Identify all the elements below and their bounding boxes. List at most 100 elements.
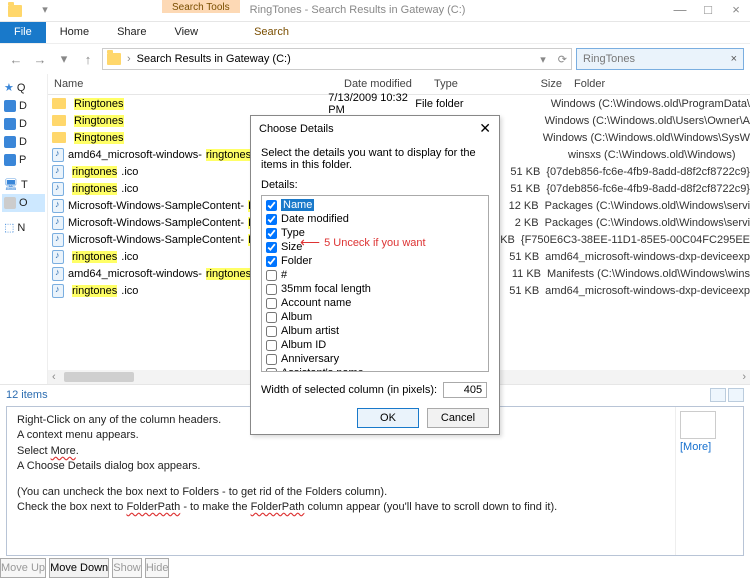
detail-item[interactable]: Name [266, 198, 484, 212]
detail-checkbox[interactable] [266, 340, 277, 351]
tab-home[interactable]: Home [46, 22, 103, 43]
more-link[interactable]: [More] [680, 441, 739, 453]
detail-checkbox[interactable] [266, 298, 277, 309]
detail-label: Name [281, 199, 314, 211]
nav-recent-button[interactable]: ▾ [54, 49, 74, 69]
dialog-close-button[interactable]: ✕ [479, 120, 491, 137]
nav-d2[interactable]: D [2, 115, 45, 133]
ribbon-tabs: File Home Share View Search [0, 22, 750, 44]
col-folder[interactable]: Folder [568, 74, 750, 94]
ok-button[interactable]: OK [357, 408, 419, 428]
tab-file[interactable]: File [0, 22, 46, 43]
search-value: RingTones [583, 53, 635, 65]
width-label: Width of selected column (in pixels): [261, 384, 437, 396]
detail-label: Assistant's name [281, 367, 364, 372]
nav-drive[interactable]: O [2, 194, 45, 212]
detail-item[interactable]: Date modified [266, 212, 484, 226]
detail-label: Date modified [281, 213, 349, 225]
details-label: Details: [251, 177, 499, 193]
move-up-button[interactable]: Move Up [0, 558, 46, 578]
tab-search[interactable]: Search [240, 22, 303, 43]
scroll-right-icon[interactable]: › [738, 371, 750, 383]
detail-checkbox[interactable] [266, 200, 277, 211]
detail-item[interactable]: Anniversary [266, 352, 484, 366]
detail-item[interactable]: Album [266, 310, 484, 324]
tab-view[interactable]: View [160, 22, 212, 43]
detail-item[interactable]: Album ID [266, 338, 484, 352]
nav-thispc[interactable]: 🖥T [2, 175, 45, 194]
music-file-icon [52, 267, 64, 281]
show-button[interactable]: Show [112, 558, 142, 578]
folder-icon [107, 53, 121, 65]
detail-checkbox[interactable] [266, 326, 277, 337]
detail-item[interactable]: Size [266, 240, 484, 254]
detail-checkbox[interactable] [266, 256, 277, 267]
breadcrumb-root[interactable]: Search Results in Gateway (C:) [137, 53, 291, 65]
refresh-icon[interactable]: ⟳ [558, 53, 567, 66]
search-tools-label: Search Tools [162, 0, 240, 13]
detail-checkbox[interactable] [266, 284, 277, 295]
hide-button[interactable]: Hide [145, 558, 170, 578]
music-file-icon [52, 182, 64, 196]
nav-back-button[interactable]: ← [6, 49, 26, 69]
width-input[interactable] [443, 382, 487, 398]
folder-icon [52, 98, 66, 109]
address-bar[interactable]: › Search Results in Gateway (C:) ▾ ⟳ [102, 48, 572, 70]
scroll-left-icon[interactable]: ‹ [48, 371, 60, 383]
detail-checkbox[interactable] [266, 354, 277, 365]
detail-item[interactable]: 35mm focal length [266, 282, 484, 296]
detail-item[interactable]: Account name [266, 296, 484, 310]
close-button[interactable]: × [722, 0, 750, 21]
detail-item[interactable]: Assistant's name [266, 366, 484, 372]
clear-search-icon[interactable]: × [731, 53, 737, 65]
details-listbox[interactable]: Name Date modified TypeSizeFolder#35mm foc… [261, 195, 489, 372]
detail-item[interactable]: Type [266, 226, 484, 240]
detail-item[interactable]: Album artist [266, 324, 484, 338]
detail-checkbox[interactable] [266, 270, 277, 281]
window-icon [0, 0, 30, 21]
detail-label: Account name [281, 297, 351, 309]
detail-label: Album [281, 311, 312, 323]
nav-up-button[interactable]: ↑ [78, 49, 98, 69]
detail-checkbox[interactable] [266, 242, 277, 253]
dialog-title: Choose Details [259, 123, 334, 135]
detail-checkbox[interactable] [266, 312, 277, 323]
scrollbar-thumb[interactable] [64, 372, 134, 382]
folder-icon [52, 115, 66, 126]
folder-icon [52, 132, 66, 143]
tab-share[interactable]: Share [103, 22, 160, 43]
nav-p[interactable]: P [2, 151, 45, 169]
detail-label: Type [281, 227, 305, 239]
col-size[interactable]: Size [518, 74, 568, 94]
nav-forward-button[interactable]: → [30, 49, 50, 69]
search-input[interactable]: RingTones × [576, 48, 744, 70]
music-file-icon [52, 199, 64, 213]
col-type[interactable]: Type [428, 74, 518, 94]
address-dropdown-icon[interactable]: ▾ [540, 53, 546, 66]
cancel-button[interactable]: Cancel [427, 408, 489, 428]
qat-down-icon[interactable]: ▾ [38, 0, 52, 21]
detail-item[interactable]: Folder [266, 254, 484, 268]
music-file-icon [52, 250, 64, 264]
view-details-button[interactable] [710, 388, 726, 402]
nav-d1[interactable]: D [2, 97, 45, 115]
view-large-button[interactable] [728, 388, 744, 402]
detail-label: Album ID [281, 339, 326, 351]
instr-line: Right-Click on any of the column headers… [17, 414, 221, 426]
detail-checkbox[interactable] [266, 368, 277, 373]
maximize-button[interactable]: □ [694, 0, 722, 21]
detail-checkbox[interactable] [266, 228, 277, 239]
move-down-button[interactable]: Move Down [49, 558, 109, 578]
choose-details-dialog: Choose Details ✕ Select the details you … [250, 115, 500, 435]
detail-checkbox[interactable] [266, 214, 277, 225]
nav-network[interactable]: ⬚N [2, 218, 45, 237]
music-file-icon [52, 148, 64, 162]
col-name[interactable]: Name [48, 74, 338, 94]
table-row[interactable]: Ringtones7/13/2009 10:32 PMFile folderWi… [48, 95, 750, 112]
detail-item[interactable]: # [266, 268, 484, 282]
folder-icon [8, 5, 22, 17]
nav-pane: ★Q D D D P 🖥T O ⬚N [0, 74, 48, 384]
nav-quick[interactable]: ★Q [2, 78, 45, 97]
nav-d3[interactable]: D [2, 133, 45, 151]
minimize-button[interactable]: — [666, 0, 694, 21]
